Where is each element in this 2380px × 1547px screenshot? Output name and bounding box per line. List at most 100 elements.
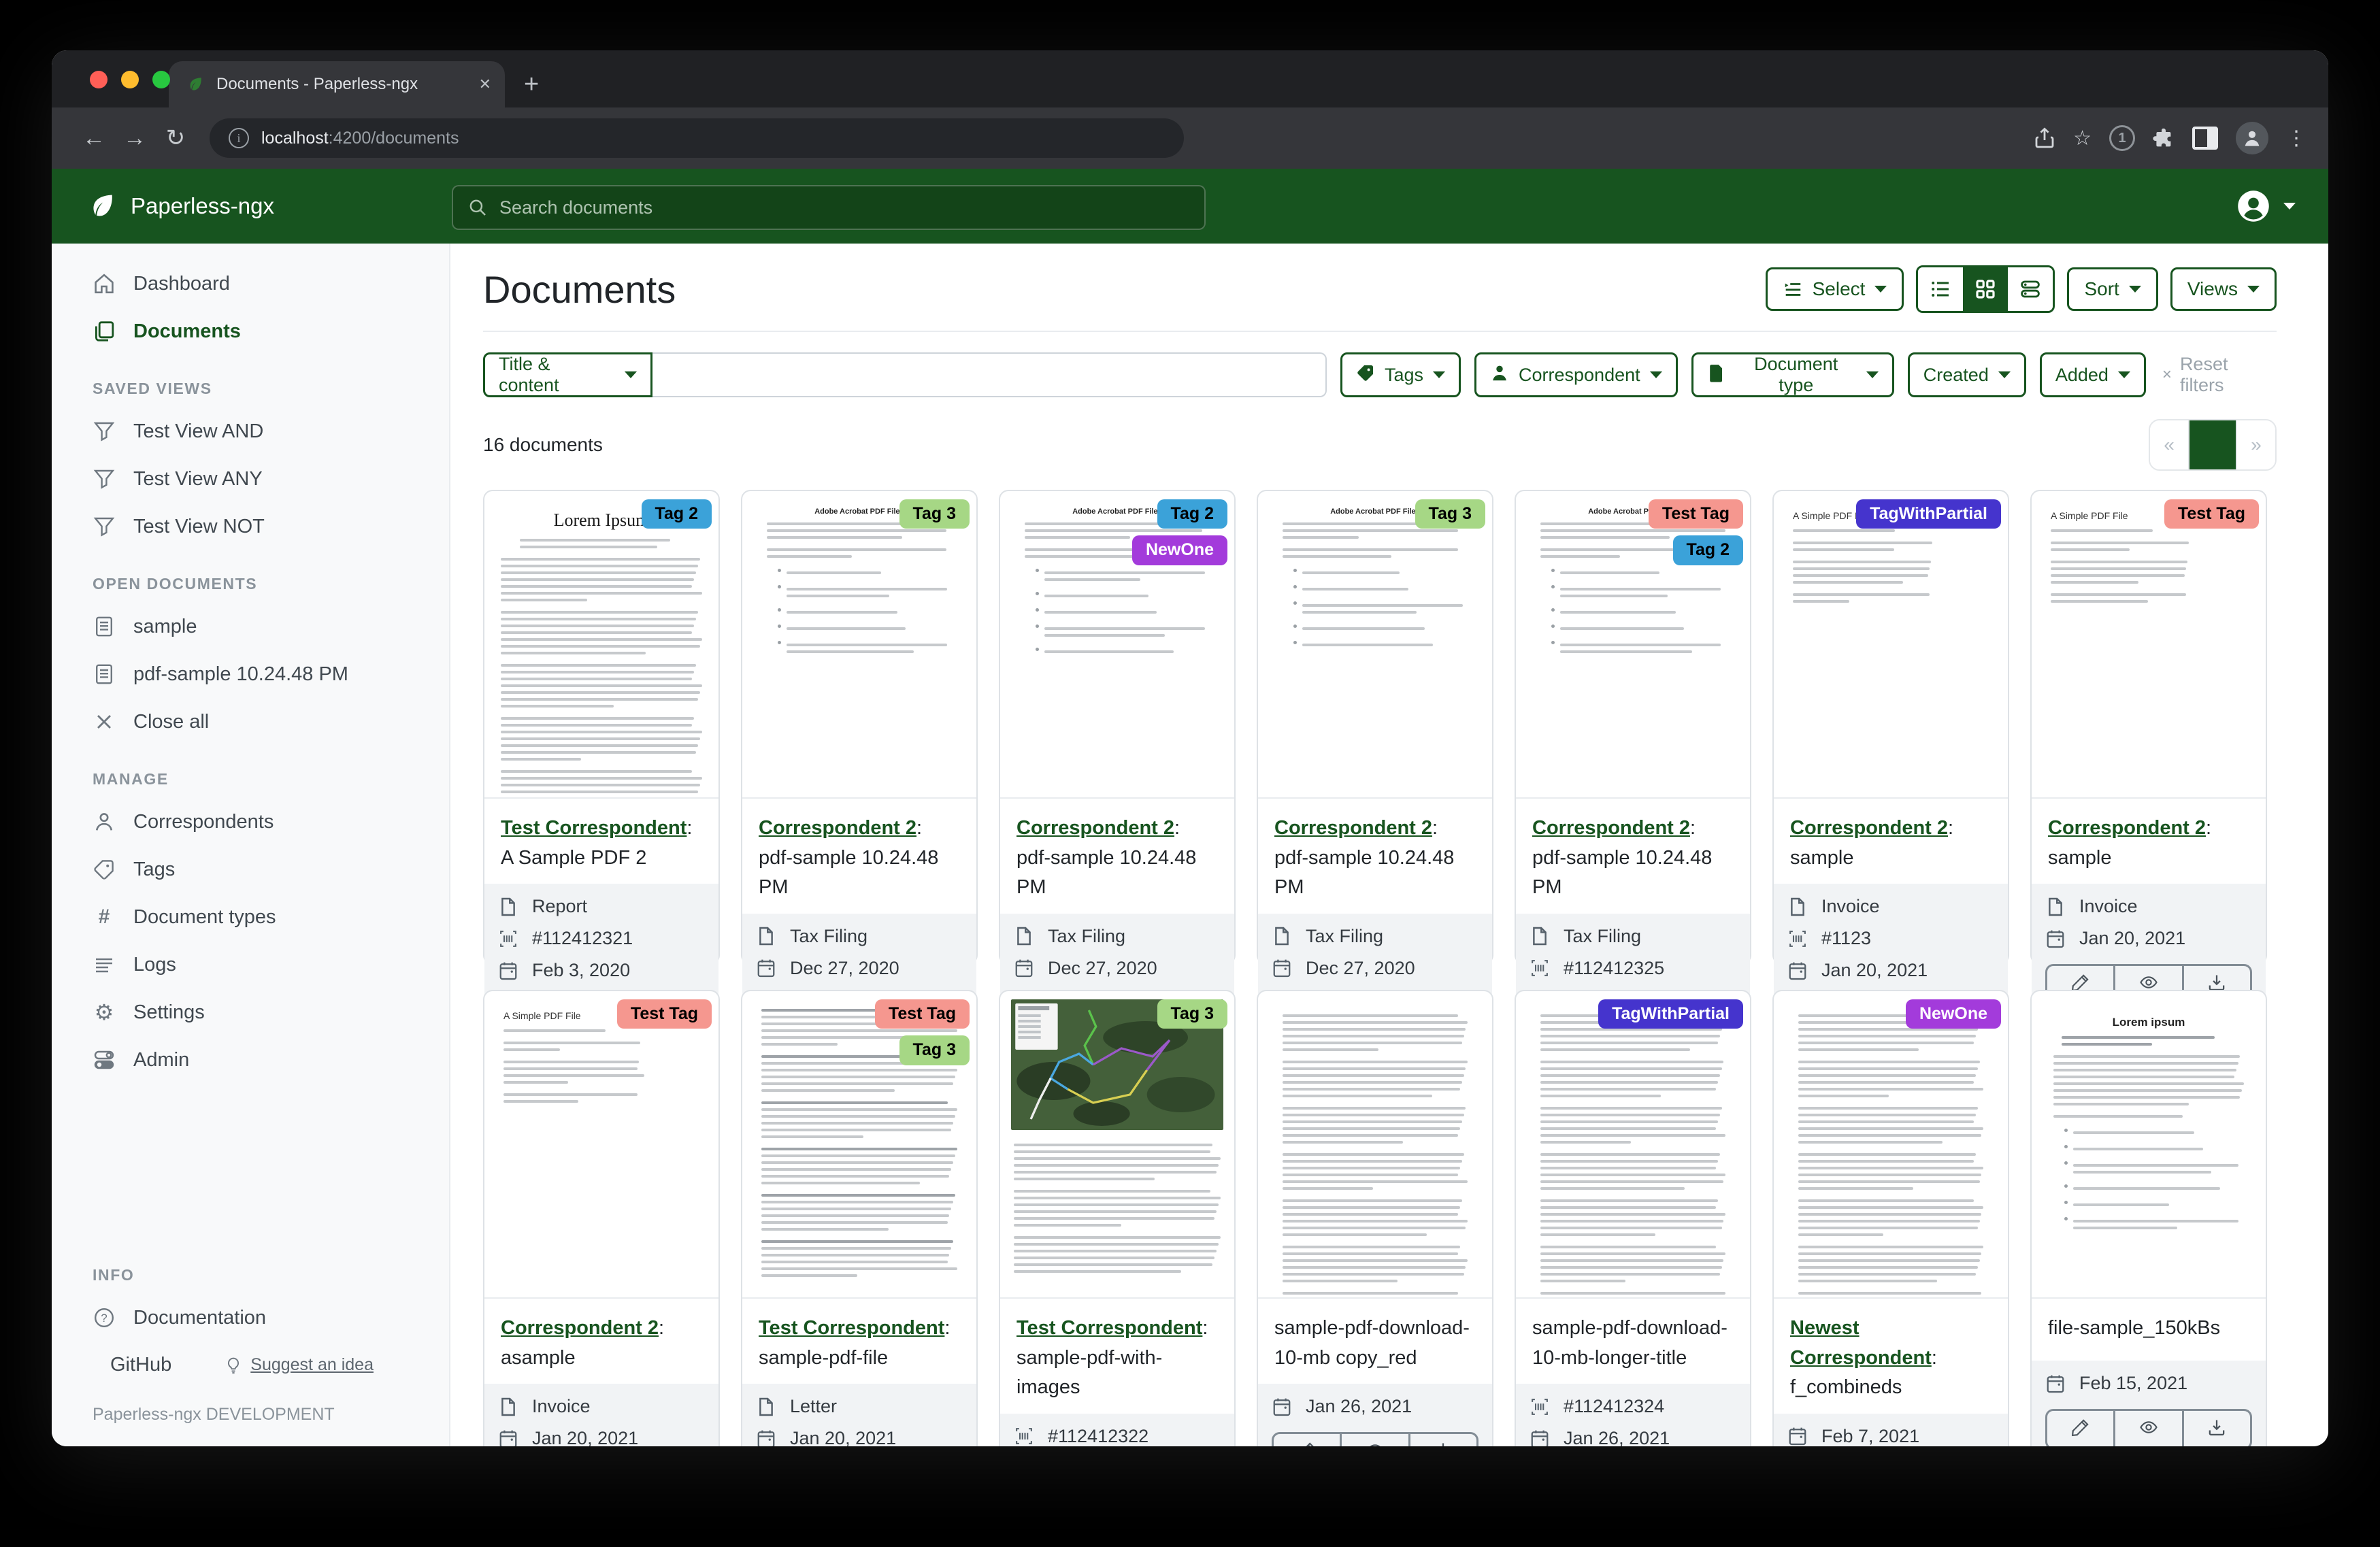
edit-document-button[interactable]: [1274, 1434, 1340, 1446]
pagination-next-button[interactable]: »: [2237, 420, 2275, 469]
zoom-window-button[interactable]: [152, 71, 170, 88]
document-type-filter-button[interactable]: Document type: [1691, 352, 1894, 397]
tags-filter-button[interactable]: Tags: [1340, 352, 1461, 397]
user-menu[interactable]: [2236, 169, 2296, 244]
minimize-window-button[interactable]: [121, 71, 139, 88]
tag-badge[interactable]: Test Tag: [2164, 499, 2259, 529]
tag-badge[interactable]: NewOne: [1132, 535, 1227, 565]
correspondent-link[interactable]: Correspondent 2: [2048, 817, 2206, 839]
view-document-button[interactable]: [1340, 1434, 1408, 1446]
app-brand[interactable]: Paperless-ngx: [87, 191, 274, 221]
sidebar-item-close-all[interactable]: Close all: [52, 698, 449, 746]
sidebar-item-test-view-any[interactable]: Test View ANY: [52, 455, 449, 503]
tag-badge[interactable]: Tag 3: [1157, 999, 1227, 1029]
sidebar-item-tags[interactable]: Tags: [52, 846, 449, 893]
tab-close-icon[interactable]: ✕: [479, 76, 491, 93]
tag-badge[interactable]: Tag 2: [642, 499, 712, 529]
browser-profile-avatar[interactable]: [2236, 122, 2268, 154]
browser-tab[interactable]: Documents - Paperless-ngx ✕: [169, 61, 505, 107]
tag-badge[interactable]: Test Tag: [1649, 499, 1743, 529]
document-thumbnail[interactable]: NewOne: [1774, 991, 2008, 1299]
edit-document-button[interactable]: [2047, 1411, 2113, 1446]
document-thumbnail[interactable]: A Simple PDF FileTagWithPartial: [1774, 491, 2008, 799]
correspondent-link[interactable]: Test Correspondent: [1017, 1317, 1202, 1339]
tag-badge[interactable]: Test Tag: [875, 999, 970, 1029]
new-tab-button[interactable]: +: [524, 70, 539, 99]
sidebar-item-admin[interactable]: Admin: [52, 1036, 449, 1084]
reload-icon[interactable]: ↻: [155, 124, 196, 152]
document-thumbnail[interactable]: Adobe Acrobat PDF FilesTag 3: [742, 491, 976, 799]
sidebar-item-open-doc-sample[interactable]: sample: [52, 603, 449, 650]
bookmark-star-icon[interactable]: ☆: [2073, 127, 2092, 150]
correspondent-link[interactable]: Test Correspondent: [501, 817, 687, 839]
tag-badge[interactable]: TagWithPartial: [1598, 999, 1743, 1029]
sidebar-item-test-view-not[interactable]: Test View NOT: [52, 503, 449, 550]
site-info-icon[interactable]: i: [229, 128, 249, 148]
document-thumbnail[interactable]: [1258, 991, 1492, 1299]
sidebar-item-open-doc-pdf-sample[interactable]: pdf-sample 10.24.48 PM: [52, 650, 449, 698]
share-icon[interactable]: [2034, 127, 2055, 149]
correspondent-link[interactable]: Correspondent 2: [1017, 817, 1174, 839]
view-document-button[interactable]: [2113, 1411, 2181, 1446]
address-bar[interactable]: i localhost:4200/documents: [210, 118, 1184, 158]
document-thumbnail[interactable]: Test Tag Tag 3: [742, 991, 976, 1299]
sidebar-item-dashboard[interactable]: Dashboard: [52, 260, 449, 307]
select-button[interactable]: Select: [1766, 267, 1904, 311]
created-filter-button[interactable]: Created: [1908, 352, 2026, 397]
correspondent-link[interactable]: Correspondent 2: [1790, 817, 1948, 839]
document-thumbnail[interactable]: Adobe Acrobat PDF FilesTag 3: [1258, 491, 1492, 799]
tag-badge[interactable]: TagWithPartial: [1856, 499, 2001, 529]
correspondent-filter-button[interactable]: Correspondent: [1474, 352, 1678, 397]
correspondent-link[interactable]: Correspondent 2: [1532, 817, 1690, 839]
correspondent-link[interactable]: Correspondent 2: [1274, 817, 1432, 839]
sidebar-item-logs[interactable]: Logs: [52, 941, 449, 988]
sidebar-item-documents[interactable]: Documents: [52, 307, 449, 355]
correspondent-link[interactable]: Test Correspondent: [759, 1317, 944, 1339]
correspondent-link[interactable]: Correspondent 2: [501, 1317, 659, 1339]
password-extension-icon[interactable]: 1: [2109, 125, 2135, 151]
suggest-an-idea-link[interactable]: Suggest an idea: [225, 1355, 374, 1375]
document-thumbnail[interactable]: Adobe Acrobat PDF FilesTag 2NewOne: [1000, 491, 1234, 799]
sidebar-item-github[interactable]: GitHub: [93, 1354, 171, 1376]
added-filter-button[interactable]: Added: [2040, 352, 2146, 397]
tag-badge[interactable]: Tag 3: [899, 1035, 970, 1065]
sidebar-toggle-icon[interactable]: [2192, 127, 2218, 150]
forward-icon[interactable]: →: [114, 125, 155, 152]
title-content-input[interactable]: [652, 352, 1327, 397]
global-search-input[interactable]: Search documents: [452, 185, 1206, 230]
views-button[interactable]: Views: [2170, 267, 2277, 311]
pagination-page-1[interactable]: 1: [2189, 420, 2237, 471]
document-thumbnail[interactable]: A Simple PDF FileTest Tag: [2032, 491, 2266, 799]
document-thumbnail[interactable]: TagWithPartial: [1516, 991, 1750, 1299]
document-thumbnail[interactable]: Tag 3: [1000, 991, 1234, 1299]
sidebar-item-correspondents[interactable]: Correspondents: [52, 798, 449, 846]
close-window-button[interactable]: [90, 71, 108, 88]
sidebar-item-documentation[interactable]: ?Documentation: [52, 1294, 449, 1342]
tag-badge[interactable]: Tag 3: [899, 499, 970, 529]
document-thumbnail[interactable]: Lorem IpsumTag 2: [484, 491, 718, 799]
title-content-dropdown[interactable]: Title & content: [483, 352, 652, 397]
extensions-puzzle-icon[interactable]: [2153, 127, 2175, 149]
pagination-prev-button[interactable]: «: [2150, 420, 2189, 469]
correspondent-link[interactable]: Newest Correspondent: [1790, 1317, 1932, 1369]
browser-menu-icon[interactable]: ⋮: [2286, 127, 2307, 150]
sort-button[interactable]: Sort: [2067, 267, 2158, 311]
download-document-button[interactable]: [2182, 1411, 2250, 1446]
sidebar-item-document-types[interactable]: #Document types: [52, 893, 449, 941]
tag-badge[interactable]: Test Tag: [617, 999, 712, 1029]
grid-view-button[interactable]: [1963, 267, 2008, 311]
detail-view-button[interactable]: [2008, 267, 2053, 311]
correspondent-link[interactable]: Correspondent 2: [759, 817, 916, 839]
back-icon[interactable]: ←: [73, 125, 114, 152]
list-view-button[interactable]: [1918, 267, 1963, 311]
document-thumbnail[interactable]: A Simple PDF FileTest Tag: [484, 991, 718, 1299]
sidebar-item-test-view-and[interactable]: Test View AND: [52, 407, 449, 455]
document-thumbnail[interactable]: Adobe Acrobat PDF FilesTest TagTag 2: [1516, 491, 1750, 799]
sidebar-item-settings[interactable]: ⚙Settings: [52, 988, 449, 1036]
document-thumbnail[interactable]: Lorem ipsum: [2032, 991, 2266, 1299]
tag-badge[interactable]: Tag 2: [1157, 499, 1227, 529]
download-document-button[interactable]: [1408, 1434, 1476, 1446]
tag-badge[interactable]: Tag 2: [1673, 535, 1743, 565]
tag-badge[interactable]: NewOne: [1906, 999, 2001, 1029]
tag-badge[interactable]: Tag 3: [1415, 499, 1485, 529]
